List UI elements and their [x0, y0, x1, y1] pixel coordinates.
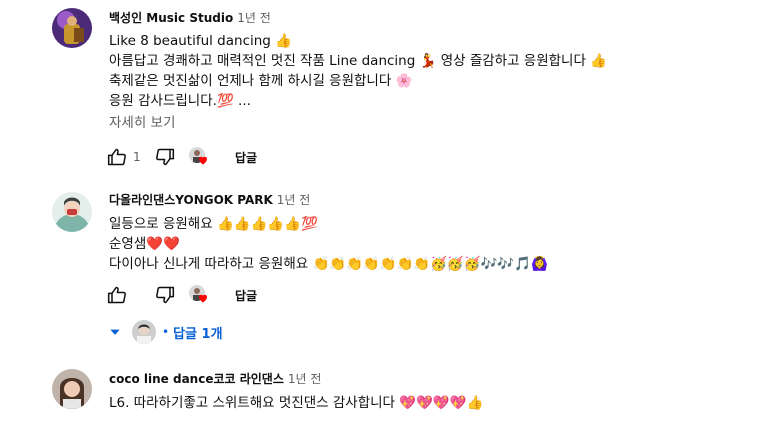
heart-icon: [199, 156, 207, 165]
read-more-button[interactable]: 자세히 보기: [109, 113, 760, 133]
author-name[interactable]: 백성인 Music Studio: [109, 11, 233, 25]
separator-dot: •: [162, 325, 170, 339]
comment-body: Like 8 beautiful dancing 👍 아름답고 경쾌하고 매력적…: [109, 31, 760, 111]
replies-count-label[interactable]: 답글 1개: [173, 323, 222, 342]
avatar[interactable]: [52, 192, 92, 232]
reply-button[interactable]: 답글: [235, 149, 257, 166]
comment-header: coco line dance코코 라인댄스 1년 전: [109, 371, 760, 387]
heart-icon: [199, 294, 207, 303]
comment-timestamp[interactable]: 1년 전: [237, 11, 271, 25]
creator-heart-badge: [187, 283, 215, 307]
comment-timestamp[interactable]: 1년 전: [277, 193, 311, 207]
comment-body: L6. 따라하기좋고 스위트해요 멋진댄스 감사합니다 💖💖💖💖👍: [109, 393, 760, 413]
comment-text-line: 아름답고 경쾌하고 매력적인 멋진 작품 Line dancing 💃 영상 즐…: [109, 53, 607, 69]
comment-text-line: 다이아나 신나게 따라하고 응원해요 👏👏👏👏👏👏👏🥳🥳🥳🎶🎶🎵🙆‍♀️: [109, 256, 548, 272]
comment-text-line: 축제같은 멋진삶이 언제나 함께 하시길 응원합니다 🌸: [109, 73, 413, 89]
creator-heart-badge: [187, 145, 215, 169]
comment-text-line: Like 8 beautiful dancing 👍: [109, 33, 292, 49]
avatar[interactable]: [52, 369, 92, 409]
thumb-up-icon[interactable]: [105, 145, 129, 169]
comment-thread: 백성인 Music Studio 1년 전 Like 8 beautiful da…: [0, 0, 760, 175]
thumb-down-icon[interactable]: [153, 145, 177, 169]
reply-author-avatar: [132, 320, 156, 344]
comment-text-line: 일등으로 응원해요 👍👍👍👍👍💯: [109, 216, 318, 232]
avatar[interactable]: [52, 8, 92, 48]
comment-actions: 답글: [105, 283, 257, 307]
comment-timestamp[interactable]: 1년 전: [288, 372, 322, 386]
comment-header: 다올라인댄스YONGOK PARK 1년 전: [109, 192, 760, 208]
reply-button[interactable]: 답글: [235, 287, 257, 304]
comment-header: 백성인 Music Studio 1년 전: [109, 10, 760, 26]
comment-body: 일등으로 응원해요 👍👍👍👍👍💯 순영샘❤️❤️ 다이아나 신나게 따라하고 응…: [109, 214, 760, 274]
like-count: 1: [133, 150, 141, 164]
thumb-down-icon[interactable]: [153, 283, 177, 307]
comment-actions: 1 답글: [105, 145, 257, 169]
comment-text-line: 응원 감사드립니다.💯 ...: [109, 93, 251, 109]
thumb-up-icon[interactable]: [105, 283, 129, 307]
comment-text-line: L6. 따라하기좋고 스위트해요 멋진댄스 감사합니다 💖💖💖💖👍: [109, 395, 484, 411]
author-name[interactable]: coco line dance코코 라인댄스: [109, 372, 284, 386]
caret-down-icon: [110, 329, 120, 335]
comment-text-line: 순영샘❤️❤️: [109, 236, 180, 252]
view-replies-button[interactable]: • 답글 1개: [108, 318, 223, 346]
comment-thread: coco line dance코코 라인댄스 1년 전 L6. 따라하기좋고 스위…: [0, 355, 760, 421]
author-name[interactable]: 다올라인댄스YONGOK PARK: [109, 193, 273, 207]
